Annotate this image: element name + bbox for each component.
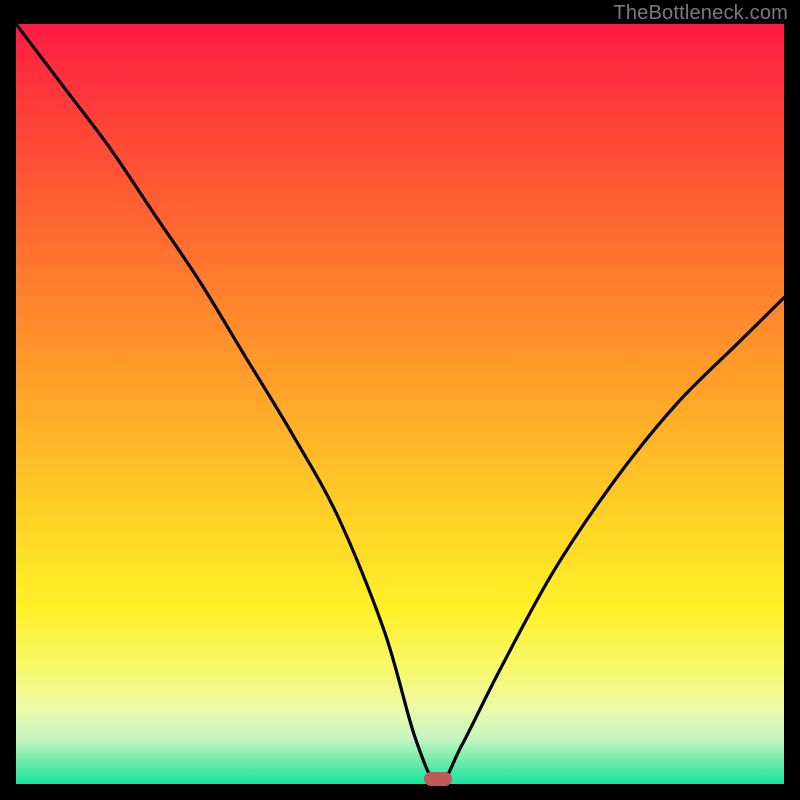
bottleneck-curve-path [16,24,784,784]
minimum-marker [424,772,452,786]
watermark-text: TheBottleneck.com [613,2,788,25]
chart-frame: TheBottleneck.com [0,0,800,800]
plot-area [16,24,784,784]
curve-svg [16,24,784,784]
